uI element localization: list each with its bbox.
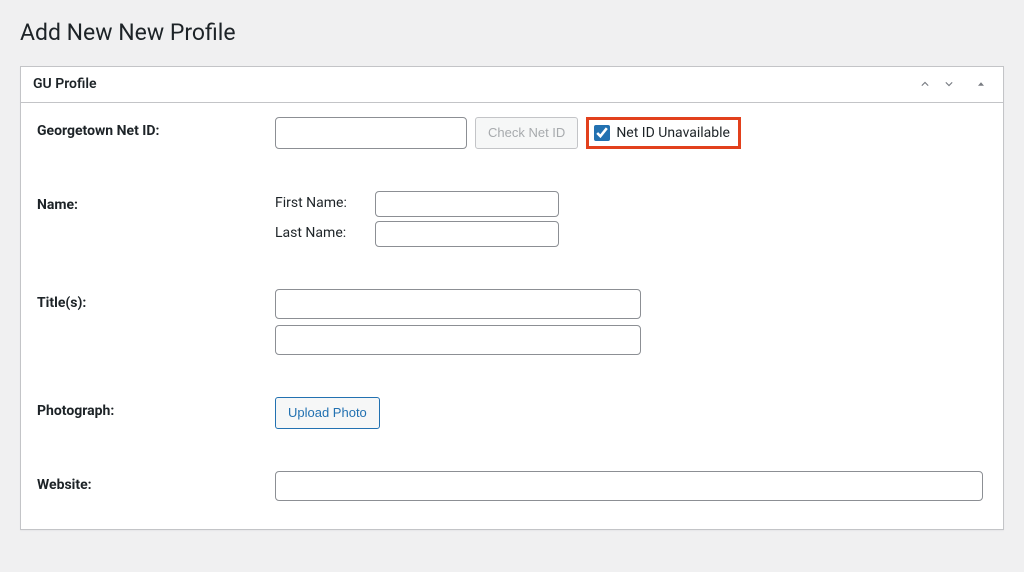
page-title: Add New New Profile: [20, 18, 1004, 48]
photograph-row: Photograph: Upload Photo: [37, 397, 987, 429]
upload-photo-button[interactable]: Upload Photo: [275, 397, 380, 429]
name-label: Name:: [37, 191, 275, 213]
netid-input[interactable]: [275, 117, 467, 149]
metabox-body: Georgetown Net ID: Check Net ID Net ID U…: [21, 103, 1003, 529]
first-name-input[interactable]: [375, 191, 559, 217]
netid-label: Georgetown Net ID:: [37, 117, 275, 139]
netid-unavailable-checkbox[interactable]: [594, 125, 610, 141]
name-row: Name: First Name: Last Name:: [37, 191, 987, 247]
move-down-button[interactable]: [939, 74, 959, 94]
netid-unavailable-label[interactable]: Net ID Unavailable: [616, 125, 730, 141]
gu-profile-metabox: GU Profile Georgetown Net ID: Check: [20, 66, 1004, 530]
first-name-label: First Name:: [275, 195, 375, 212]
check-netid-button[interactable]: Check Net ID: [475, 117, 578, 149]
metabox-title: GU Profile: [33, 75, 97, 95]
move-up-button[interactable]: [915, 74, 935, 94]
photograph-label: Photograph:: [37, 397, 275, 419]
title-input-2[interactable]: [275, 325, 641, 355]
last-name-input[interactable]: [375, 221, 559, 247]
website-input[interactable]: [275, 471, 983, 501]
website-row: Website:: [37, 471, 987, 501]
netid-unavailable-highlight: Net ID Unavailable: [586, 117, 741, 149]
chevron-up-icon: [919, 77, 931, 91]
titles-label: Title(s):: [37, 289, 275, 311]
toggle-panel-button[interactable]: [971, 74, 991, 94]
title-input-1[interactable]: [275, 289, 641, 319]
netid-row: Georgetown Net ID: Check Net ID Net ID U…: [37, 117, 987, 149]
last-name-label: Last Name:: [275, 225, 375, 242]
triangle-up-icon: [975, 77, 987, 91]
titles-row: Title(s):: [37, 289, 987, 355]
website-label: Website:: [37, 471, 275, 493]
metabox-header: GU Profile: [21, 67, 1003, 103]
metabox-handle-actions: [915, 74, 991, 94]
chevron-down-icon: [943, 77, 955, 91]
